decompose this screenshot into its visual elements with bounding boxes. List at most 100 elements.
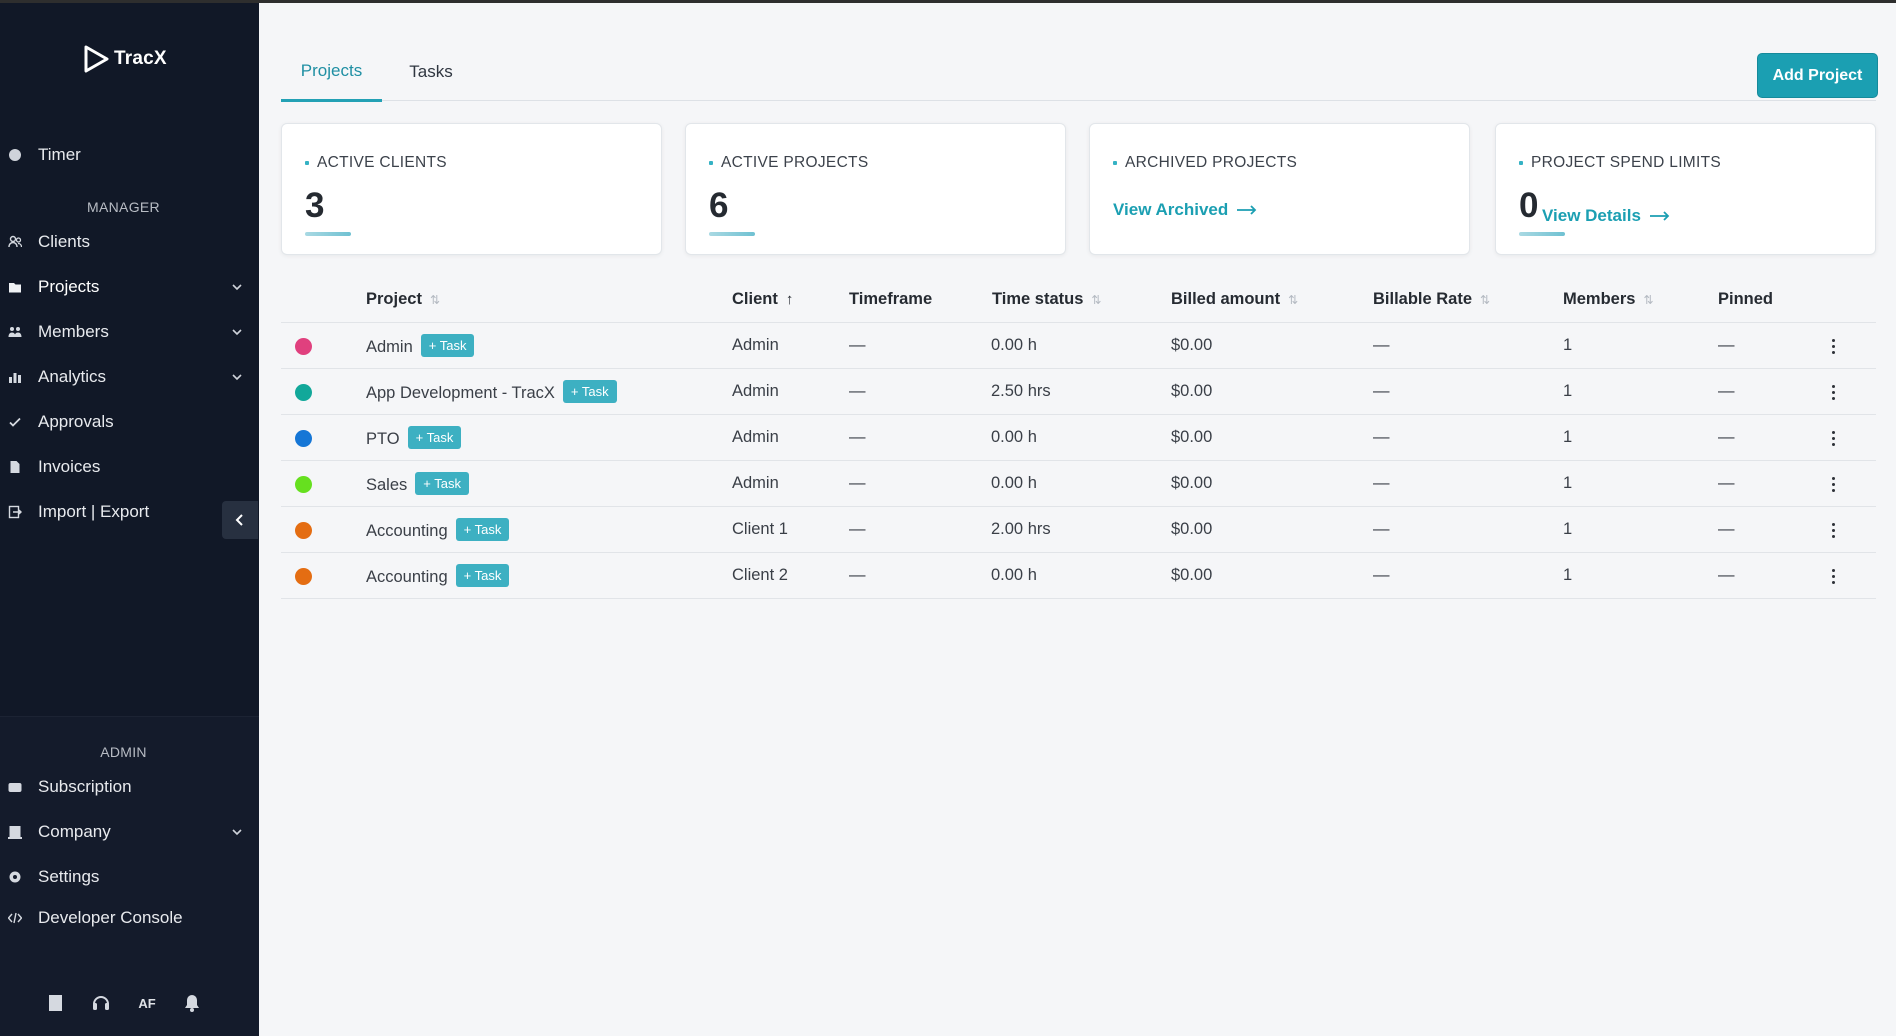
collapse-sidebar-button[interactable]: [222, 501, 258, 539]
sidebar-item-company[interactable]: Company: [0, 812, 259, 852]
add-task-button[interactable]: + Task: [455, 518, 510, 541]
sidebar-item-clients[interactable]: Clients: [0, 222, 259, 262]
time-status-cell: 0.00 h: [991, 474, 1037, 492]
code-icon: [8, 911, 22, 925]
pinned-cell[interactable]: —: [1718, 336, 1735, 355]
billable-rate-cell: —: [1373, 428, 1390, 446]
pinned-cell[interactable]: —: [1718, 520, 1735, 539]
sidebar-item-label: Clients: [38, 232, 90, 251]
time-status-cell: 2.50 hrs: [991, 382, 1051, 400]
members-cell: 1: [1563, 382, 1573, 400]
more-options-icon[interactable]: [1827, 335, 1839, 357]
column-header-pinned[interactable]: Pinned: [1718, 290, 1773, 309]
chevron-down-icon[interactable]: [230, 825, 244, 839]
project-color-dot: [295, 522, 312, 539]
card-value: 6: [709, 186, 729, 225]
app-logo[interactable]: TracX: [82, 44, 167, 74]
table-row[interactable]: App Development - TracX + Task Admin — 2.…: [281, 369, 1876, 415]
card-title: PROJECT SPEND LIMITS: [1519, 154, 1721, 172]
invoice-icon: [8, 460, 22, 474]
billable-rate-cell: —: [1373, 474, 1390, 492]
column-header-timeframe[interactable]: Timeframe: [849, 290, 932, 309]
view-details-link[interactable]: View Details: [1542, 206, 1671, 226]
more-options-icon[interactable]: [1827, 427, 1839, 449]
table-row[interactable]: Accounting + Task Client 2 — 0.00 h $0.00…: [281, 553, 1876, 599]
project-name[interactable]: Admin: [366, 338, 413, 356]
card-underline: [305, 232, 351, 236]
check-icon: [8, 415, 22, 429]
sidebar-item-invoices[interactable]: Invoices: [0, 447, 259, 487]
column-header-members[interactable]: Members ⇅: [1563, 290, 1654, 309]
headset-icon[interactable]: [89, 991, 113, 1015]
table-row[interactable]: PTO + Task Admin — 0.00 h $0.00 — 1 —: [281, 415, 1876, 461]
sidebar-item-label: Members: [38, 322, 109, 341]
project-name[interactable]: Accounting: [366, 568, 448, 586]
app-name: TracX: [114, 48, 167, 69]
chart-icon: [8, 370, 22, 384]
more-options-icon[interactable]: [1827, 381, 1839, 403]
tab-projects[interactable]: Projects: [281, 43, 382, 102]
timeframe-cell: —: [849, 428, 866, 446]
timeframe-cell: —: [849, 520, 866, 538]
client-cell: Admin: [732, 428, 779, 446]
time-status-cell: 0.00 h: [991, 428, 1037, 446]
pinned-cell[interactable]: —: [1718, 382, 1735, 401]
billable-rate-cell: —: [1373, 382, 1390, 400]
add-task-button[interactable]: + Task: [407, 426, 462, 449]
sidebar-item-approvals[interactable]: Approvals: [0, 402, 259, 442]
sidebar: TracX Timer MANAGER Clients Projects Mem…: [0, 0, 259, 1036]
billed-amount-cell: $0.00: [1171, 336, 1213, 354]
table-row[interactable]: Sales + Task Admin — 0.00 h $0.00 — 1 —: [281, 461, 1876, 507]
add-task-button[interactable]: + Task: [562, 380, 617, 403]
table-row[interactable]: Admin + Task Admin — 0.00 h $0.00 — 1 —: [281, 323, 1876, 369]
bell-icon[interactable]: [180, 991, 204, 1015]
users-icon: [8, 235, 22, 249]
pinned-cell[interactable]: —: [1718, 474, 1735, 493]
billed-amount-cell: $0.00: [1171, 566, 1213, 584]
card-underline: [709, 232, 755, 236]
chevron-down-icon[interactable]: [230, 370, 244, 384]
sort-icon: ⇅: [1643, 292, 1654, 307]
sidebar-item-analytics[interactable]: Analytics: [0, 357, 259, 397]
more-options-icon[interactable]: [1827, 473, 1839, 495]
sidebar-item-import-export[interactable]: Import | Export: [0, 492, 259, 532]
sidebar-item-members[interactable]: Members: [0, 312, 259, 352]
import-export-icon: [8, 505, 22, 519]
sidebar-item-settings[interactable]: Settings: [0, 857, 259, 897]
project-name[interactable]: PTO: [366, 430, 400, 448]
column-header-project[interactable]: Project ⇅: [366, 290, 440, 309]
tab-tasks[interactable]: Tasks: [382, 43, 480, 100]
column-header-billed-amount[interactable]: Billed amount ⇅: [1171, 290, 1298, 309]
project-color-dot: [295, 430, 312, 447]
project-name[interactable]: App Development - TracX: [366, 384, 555, 402]
book-icon[interactable]: [44, 991, 68, 1015]
card-active-clients: ACTIVE CLIENTS 3: [281, 123, 662, 255]
pinned-cell[interactable]: —: [1718, 428, 1735, 447]
more-options-icon[interactable]: [1827, 565, 1839, 587]
add-task-button[interactable]: + Task: [455, 564, 510, 587]
chevron-down-icon[interactable]: [230, 325, 244, 339]
main-content: Projects Tasks Add Project ACTIVE CLIENT…: [259, 3, 1896, 1036]
user-avatar[interactable]: AF: [135, 991, 159, 1015]
window-top-border: [0, 0, 1896, 3]
time-status-cell: 0.00 h: [991, 336, 1037, 354]
add-project-button[interactable]: Add Project: [1757, 53, 1878, 98]
column-header-billable-rate[interactable]: Billable Rate ⇅: [1373, 290, 1490, 309]
column-header-client[interactable]: Client ↑: [732, 290, 793, 309]
sidebar-item-projects[interactable]: Projects: [0, 267, 259, 307]
sidebar-item-subscription[interactable]: Subscription: [0, 767, 259, 807]
project-name[interactable]: Accounting: [366, 522, 448, 540]
chevron-down-icon[interactable]: [230, 280, 244, 294]
add-task-button[interactable]: + Task: [420, 334, 475, 357]
add-task-button[interactable]: + Task: [415, 472, 469, 495]
sidebar-item-timer[interactable]: Timer: [0, 135, 259, 175]
view-archived-link[interactable]: View Archived: [1113, 200, 1258, 220]
project-name[interactable]: Sales: [366, 476, 407, 494]
more-options-icon[interactable]: [1827, 519, 1839, 541]
sidebar-item-developer-console[interactable]: Developer Console: [0, 898, 259, 938]
column-header-time-status[interactable]: Time status ⇅: [992, 290, 1101, 309]
pinned-cell[interactable]: —: [1718, 566, 1735, 585]
members-cell: 1: [1563, 336, 1573, 354]
sidebar-item-label: Projects: [38, 277, 100, 296]
table-row[interactable]: Accounting + Task Client 1 — 2.00 hrs $0.…: [281, 507, 1876, 553]
